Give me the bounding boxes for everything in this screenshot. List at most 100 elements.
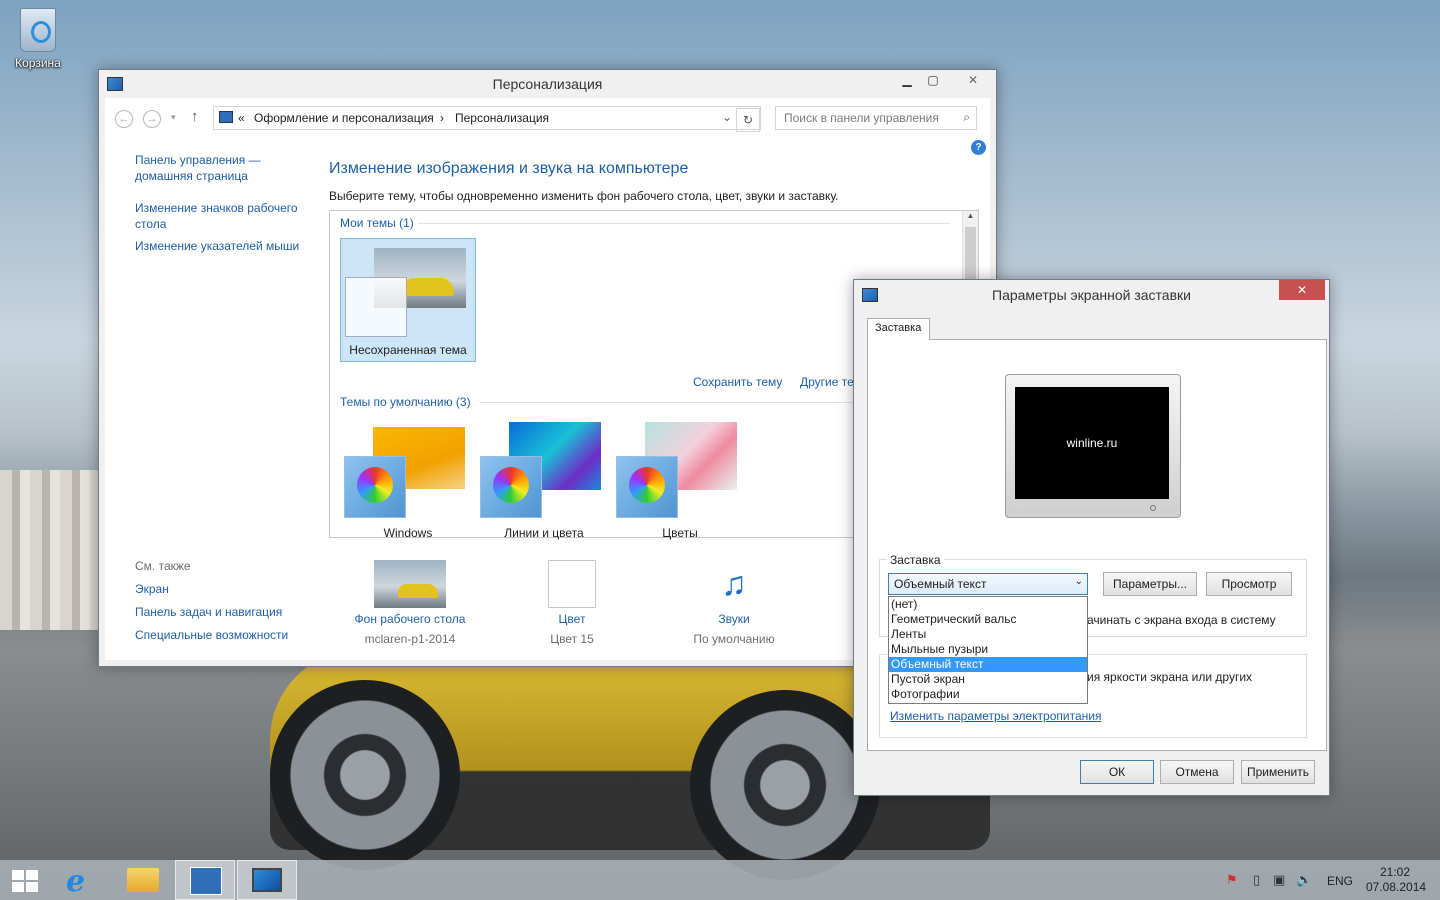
recycle-bin-icon (20, 8, 56, 52)
theme-flowers[interactable]: Цветы (612, 414, 748, 540)
windows-logo-icon (12, 870, 38, 892)
address-bar[interactable]: « Оформление и персонализация › Персонал… (213, 106, 761, 130)
control-panel-icon (107, 77, 123, 91)
other-themes-link[interactable]: Другие те (800, 375, 854, 389)
nav-home-link[interactable]: Панель управления — домашняя страница (135, 152, 275, 184)
dialog-title-bar: Параметры экранной заставки ✕ (854, 280, 1329, 308)
page-title: Изменение изображения и звука на компьют… (329, 160, 689, 177)
help-icon[interactable]: ? (971, 140, 986, 155)
refresh-icon[interactable]: ↻ (736, 108, 760, 132)
battery-icon[interactable]: ▯ (1253, 872, 1260, 888)
screensaver-select[interactable]: Объемный текст ⌄ (888, 573, 1088, 595)
sounds-value: По умолчанию (693, 632, 775, 646)
cancel-button[interactable]: Отмена (1160, 760, 1234, 784)
option-photos[interactable]: Фотографии (889, 687, 1087, 702)
option-bubbles[interactable]: Мыльные пузыри (889, 642, 1087, 657)
taskbar: e ⚑ ▯ ▣ 🔈 ENG 21:02 07.08.2014 (0, 860, 1440, 900)
preview-screen: winline.ru (1015, 387, 1169, 499)
close-button[interactable]: ✕ (1279, 280, 1325, 300)
start-button[interactable] (0, 860, 50, 900)
my-themes-group-label: Мои темы (1) (340, 216, 414, 230)
default-themes-group-label: Темы по умолчанию (3) (340, 395, 471, 409)
sounds-item[interactable]: ♫ Звуки По умолчанию (659, 560, 809, 646)
option-blank[interactable]: Пустой экран (889, 672, 1087, 687)
up-icon[interactable]: ↑ (191, 108, 199, 125)
scrollbar-thumb[interactable] (965, 227, 976, 283)
apply-button[interactable]: Применить (1241, 760, 1315, 784)
divider (418, 223, 950, 224)
color-link[interactable]: Цвет (497, 612, 647, 626)
screensaver-options-list[interactable]: (нет) Геометрический вальс Ленты Мыльные… (888, 596, 1088, 704)
back-icon[interactable]: ← (115, 110, 133, 128)
see-also-display-link[interactable]: Экран (135, 582, 169, 596)
control-panel-icon (219, 111, 233, 123)
background-thumbnail (374, 560, 446, 608)
recycle-bin[interactable]: Корзина (8, 8, 68, 70)
theme-name: Линии и цвета (504, 526, 584, 540)
screensaver-dialog: Параметры экранной заставки ✕ Заставка w… (853, 279, 1330, 796)
close-button[interactable]: ✕ (950, 70, 996, 90)
taskbar-ie[interactable]: e (52, 860, 112, 900)
control-panel-icon (190, 867, 222, 895)
theme-name: Цветы (662, 526, 698, 540)
breadcrumb-prefix: « (238, 111, 245, 125)
language-indicator[interactable]: ENG (1327, 874, 1353, 888)
car-image (398, 584, 438, 598)
taskbar-explorer[interactable] (113, 860, 173, 900)
paint-palette-icon (344, 456, 406, 518)
theme-windows[interactable]: Windows (340, 414, 476, 540)
nav-desktop-icons-link[interactable]: Изменение значков рабочего стола (135, 200, 305, 232)
nav-mouse-pointers-link[interactable]: Изменение указателей мыши (135, 238, 315, 254)
color-value: Цвет 15 (550, 632, 594, 646)
desktop-background-value: mclaren-p1-2014 (364, 632, 456, 646)
params-button[interactable]: Параметры... (1103, 572, 1197, 596)
theme-name: Windows (383, 526, 433, 540)
save-theme-link[interactable]: Сохранить тему (693, 375, 782, 389)
preview-button[interactable]: Просмотр (1206, 572, 1292, 596)
recycle-bin-label: Корзина (15, 56, 61, 70)
option-none[interactable]: (нет) (889, 597, 1087, 612)
taskbar-control-panel[interactable] (175, 860, 235, 900)
clock-time: 21:02 (1379, 865, 1411, 879)
theme-lines-colors[interactable]: Линии и цвета (476, 414, 612, 540)
breadcrumb-item[interactable]: Оформление и персонализация (254, 111, 434, 125)
paint-palette-icon (616, 456, 678, 518)
color-item[interactable]: Цвет Цвет 15 (497, 560, 647, 646)
color-swatch (548, 560, 596, 608)
taskbar-personalization[interactable] (237, 860, 297, 900)
see-also-accessibility-link[interactable]: Специальные возможности (135, 628, 288, 642)
desktop-background-link[interactable]: Фон рабочего стола (335, 612, 485, 626)
power-description: ия яркости экрана или других (1087, 670, 1253, 684)
breadcrumb-separator: › (440, 111, 444, 125)
tab-screensaver[interactable]: Заставка (867, 318, 930, 340)
monitor-preview: winline.ru (1005, 374, 1181, 518)
option-geometric-waltz[interactable]: Геометрический вальс (889, 612, 1087, 627)
desktop-background-item[interactable]: Фон рабочего стола mclaren-p1-2014 (335, 560, 485, 646)
forward-icon[interactable]: → (143, 110, 161, 128)
network-icon[interactable]: ▣ (1273, 872, 1285, 888)
wallpaper-city (0, 470, 110, 630)
option-3d-text[interactable]: Объемный текст (889, 657, 1087, 672)
search-icon[interactable]: ⌕ (963, 110, 970, 125)
ok-button[interactable]: ОК (1080, 760, 1154, 784)
sounds-link[interactable]: Звуки (659, 612, 809, 626)
clock[interactable]: 21:02 07.08.2014 (1366, 865, 1426, 895)
volume-icon[interactable]: 🔈 (1296, 872, 1312, 888)
monitor-icon (862, 288, 878, 302)
title-bar: Персонализация ▁ ▢ ✕ (99, 70, 996, 98)
chevron-down-icon[interactable]: ⌄ (722, 110, 732, 124)
power-settings-link[interactable]: Изменить параметры электропитания (890, 709, 1101, 723)
window-title: Персонализация (492, 76, 603, 92)
maximize-button[interactable]: ▢ (918, 70, 948, 90)
theme-unsaved[interactable]: Несохраненная тема (340, 238, 476, 362)
chevron-down-icon: ⌄ (1074, 576, 1083, 587)
screensaver-select-value: Объемный текст (894, 577, 987, 591)
action-center-icon[interactable]: ⚑ (1226, 872, 1238, 888)
breadcrumb-item[interactable]: Персонализация (455, 111, 549, 125)
wallpaper-wheel (690, 690, 880, 880)
option-ribbons[interactable]: Ленты (889, 627, 1087, 642)
recent-dropdown-icon[interactable]: ▾ (171, 112, 176, 123)
search-input[interactable]: Поиск в панели управления ⌕ (775, 106, 977, 130)
monitor-icon (252, 868, 282, 892)
see-also-taskbar-link[interactable]: Панель задач и навигация (135, 605, 282, 619)
